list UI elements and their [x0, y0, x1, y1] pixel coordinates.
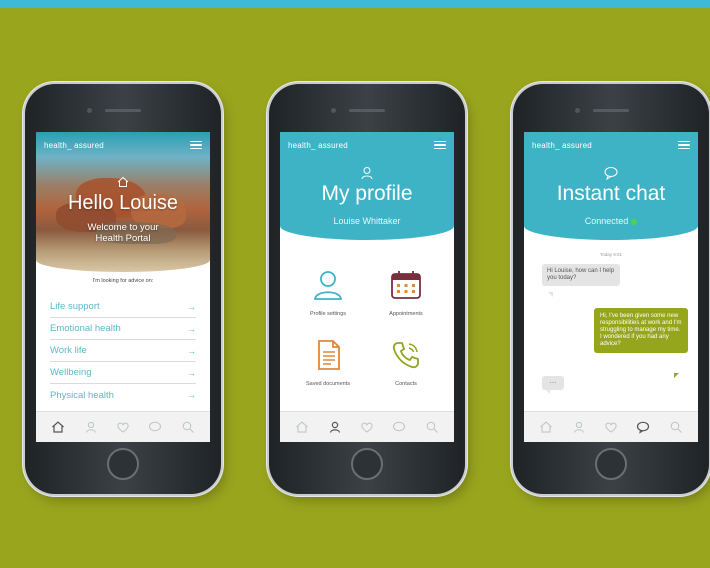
heart-icon[interactable]	[604, 420, 618, 434]
arrow-right-icon: →	[187, 345, 196, 356]
user-icon	[361, 167, 373, 180]
speaker	[593, 109, 629, 112]
tile-profile-settings[interactable]: Profile settings	[288, 268, 368, 317]
tab-bar	[36, 411, 210, 442]
phone-home: health_ assured Hello Louise Welcome to …	[25, 84, 221, 494]
arrow-right-icon: →	[187, 390, 196, 400]
phone-icon	[392, 342, 419, 369]
welcome-text: Welcome to your Health Portal	[87, 222, 159, 244]
typing-indicator: ...	[542, 376, 564, 390]
list-item-emotional-health[interactable]: Emotional health →	[50, 318, 196, 340]
user-icon[interactable]	[84, 420, 98, 434]
user-icon[interactable]	[572, 420, 586, 434]
home-button[interactable]	[351, 448, 383, 480]
user-icon	[313, 271, 343, 300]
menu-icon[interactable]	[190, 140, 202, 150]
top-strip	[0, 0, 710, 8]
tab-bar	[524, 411, 698, 442]
tab-bar	[280, 411, 454, 442]
chat-icon[interactable]	[636, 420, 650, 434]
screen-chat: health_ assured Instant chat Connected T…	[524, 132, 698, 442]
page-title: Instant chat	[556, 182, 666, 205]
home-icon[interactable]	[51, 420, 65, 434]
phone-chat: health_ assured Instant chat Connected T…	[513, 84, 709, 494]
heart-icon[interactable]	[360, 420, 374, 434]
document-icon	[318, 340, 340, 370]
connection-status: Connected	[524, 216, 698, 226]
house-icon	[117, 176, 129, 187]
menu-icon[interactable]	[434, 140, 446, 150]
home-button[interactable]	[107, 448, 139, 480]
list-item-physical-health[interactable]: Physical health →	[50, 384, 196, 406]
menu-icon[interactable]	[678, 140, 690, 150]
arrow-right-icon: →	[187, 301, 196, 312]
chat-icon[interactable]	[392, 420, 406, 434]
screen-profile: health_ assured My profile Louise Whitta…	[280, 132, 454, 442]
message-outgoing: Hi, I've been given some new responsibil…	[594, 308, 688, 353]
arrow-right-icon: →	[187, 367, 196, 378]
search-icon[interactable]	[425, 420, 439, 434]
screen-home: health_ assured Hello Louise Welcome to …	[36, 132, 210, 442]
advice-list: Life support → Emotional health → Work lif…	[50, 296, 196, 406]
heart-icon[interactable]	[116, 420, 130, 434]
brand-logo: health_ assured	[44, 140, 104, 150]
list-item-wellbeing[interactable]: Wellbeing →	[50, 362, 196, 384]
brand-logo: health_ assured	[288, 140, 348, 150]
home-icon[interactable]	[295, 420, 309, 434]
phone-profile: health_ assured My profile Louise Whitta…	[269, 84, 465, 494]
chat-icon[interactable]	[148, 420, 162, 434]
search-icon[interactable]	[669, 420, 683, 434]
camera	[331, 108, 336, 113]
list-item-work-life[interactable]: Work life →	[50, 340, 196, 362]
search-icon[interactable]	[181, 420, 195, 434]
speaker	[105, 109, 141, 112]
day-label: Today 9:01	[599, 252, 623, 257]
brand-logo: health_ assured	[532, 140, 592, 150]
calendar-icon	[391, 271, 421, 299]
tile-contacts[interactable]: Contacts	[366, 338, 446, 387]
user-icon[interactable]	[328, 420, 342, 434]
camera	[87, 108, 92, 113]
speaker	[349, 109, 385, 112]
advice-prompt: I'm looking for advice on:	[92, 278, 154, 284]
list-item-life-support[interactable]: Life support →	[50, 296, 196, 318]
home-icon[interactable]	[539, 420, 553, 434]
tile-saved-documents[interactable]: Saved documents	[288, 338, 368, 387]
home-button[interactable]	[595, 448, 627, 480]
page-title: Hello Louise	[67, 192, 179, 214]
arrow-right-icon: →	[187, 323, 196, 334]
message-incoming: Hi Louise, how can I help you today?	[542, 264, 620, 286]
page-title: My profile	[321, 182, 413, 205]
chat-bubble-icon	[604, 167, 618, 180]
tile-appointments[interactable]: Appointments	[366, 268, 446, 317]
status-dot	[631, 218, 638, 225]
user-name: Louise Whittaker	[333, 216, 401, 226]
camera	[575, 108, 580, 113]
